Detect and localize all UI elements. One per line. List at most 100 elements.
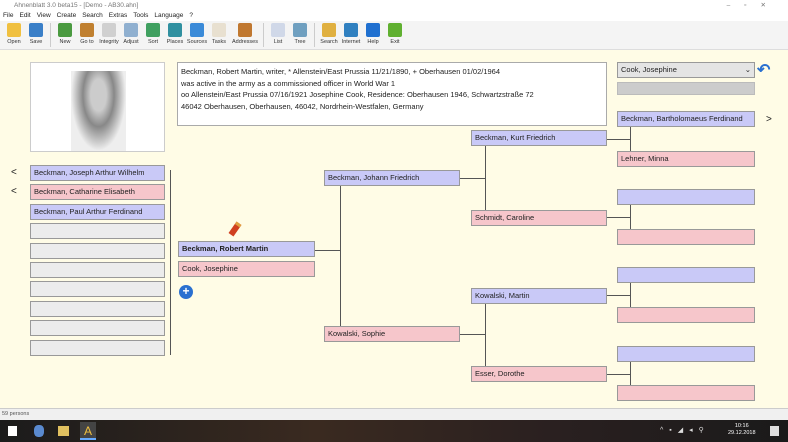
mother-box[interactable]: Kowalski, Sophie [324, 326, 460, 342]
empty-child-slot[interactable] [30, 242, 165, 259]
toolbar-button-integrity[interactable]: Integrity [98, 21, 120, 49]
toolbar-button-list[interactable]: List [267, 21, 289, 49]
toolbar-label: Tasks [211, 39, 227, 45]
ahnenblatt-icon[interactable]: A [80, 422, 96, 440]
nav-back-1[interactable]: < [11, 167, 17, 178]
menu-item[interactable]: View [37, 12, 51, 19]
info-line: was active in the army as a commissioned… [181, 78, 396, 88]
start-icon[interactable] [8, 426, 17, 436]
menu-item[interactable]: Extras [109, 12, 127, 19]
add-person-icon[interactable]: + [179, 285, 193, 299]
browser-icon[interactable] [34, 425, 44, 437]
toolbar: Open Save New Go to Integrity Adjust Sort Place… [0, 21, 788, 50]
sort-icon [146, 23, 160, 37]
grandparent-box[interactable]: Kowalski, Martin [471, 288, 607, 304]
toolbar-button-new[interactable]: New [54, 21, 76, 49]
info-line: 46042 Oberhausen, Oberhausen, 46042, Nor… [181, 101, 424, 111]
child-box[interactable]: Beckman, Joseph Arthur Wilhelm [30, 165, 165, 181]
toolbar-label: Open [7, 39, 21, 45]
undo-icon[interactable]: ↶ [757, 60, 770, 80]
menu-item[interactable]: Language [154, 12, 183, 19]
toolbar-label: Help [367, 39, 379, 45]
toolbar-button-adjust[interactable]: Adjust [120, 21, 142, 49]
great-grandparent-box[interactable]: Beckman, Bartholomaeus Ferdinand [617, 111, 755, 127]
new-icon [58, 23, 72, 37]
toolbar-button-sources[interactable]: Sources [186, 21, 208, 49]
tray-icons[interactable]: ^▪◢◂⚲ [660, 426, 710, 434]
window-controls[interactable]: –▫✕ [727, 0, 780, 11]
open-icon [7, 23, 21, 37]
spouse-select[interactable]: Cook, Josephine ⌄ [617, 62, 755, 78]
child-box[interactable]: Beckman, Catharine Elisabeth [30, 184, 165, 201]
proband-box[interactable]: Beckman, Robert Martin [178, 241, 315, 257]
great-grandparent-box[interactable]: Lehner, Minna [617, 151, 755, 167]
addresses-icon [238, 23, 252, 37]
toolbar-label: Go to [80, 39, 94, 45]
notification-icon[interactable] [770, 426, 779, 436]
toolbar-button-save[interactable]: Save [25, 21, 47, 49]
toolbar-button-tree[interactable]: Tree [289, 21, 311, 49]
great-grandparent-box[interactable] [617, 346, 755, 362]
toolbar-button-tasks[interactable]: Tasks [208, 21, 230, 49]
integrity-icon [102, 23, 116, 37]
toolbar-button-go-to[interactable]: Go to [76, 21, 98, 49]
great-grandparent-box[interactable] [617, 189, 755, 205]
tasks-icon [212, 23, 226, 37]
menu-item[interactable]: File [3, 12, 13, 19]
clock-time: 10:16 [734, 423, 749, 429]
toolbar-button-open[interactable]: Open [3, 21, 25, 49]
chevron-down-icon: ⌄ [744, 65, 751, 74]
father-box[interactable]: Beckman, Johann Friedrich [324, 170, 460, 186]
menu-item[interactable]: Create [57, 12, 77, 19]
nav-forward[interactable]: > [766, 114, 772, 125]
clock[interactable]: 10:16 29.12.2018 [728, 423, 756, 437]
great-grandparent-box[interactable] [617, 229, 755, 245]
edit-pencil-icon[interactable] [228, 221, 242, 237]
empty-child-slot[interactable] [30, 320, 165, 337]
grandparent-box[interactable]: Schmidt, Caroline [471, 210, 607, 226]
toolbar-button-sort[interactable]: Sort [142, 21, 164, 49]
great-grandparent-box[interactable] [617, 267, 755, 283]
great-grandparent-box[interactable] [617, 385, 755, 401]
explorer-icon[interactable] [58, 426, 69, 436]
toolbar-label: Tree [294, 39, 306, 45]
empty-child-slot[interactable] [30, 281, 165, 298]
empty-child-slot[interactable] [30, 262, 165, 278]
menu-item[interactable]: Search [82, 12, 103, 19]
search-icon [322, 23, 336, 37]
adjust-icon [124, 23, 138, 37]
spouse-select-value: Cook, Josephine [621, 65, 677, 74]
nav-back-2[interactable]: < [11, 186, 17, 197]
toolbar-button-search[interactable]: Search [318, 21, 340, 49]
grandparent-box[interactable]: Esser, Dorothe [471, 366, 607, 382]
empty-child-slot[interactable] [30, 223, 165, 240]
toolbar-label: New [59, 39, 71, 45]
info-textbox[interactable]: Beckman, Robert Martin, writer, * Allens… [177, 62, 607, 126]
child-box[interactable]: Beckman, Paul Arthur Ferdinand [30, 203, 165, 220]
menu-item[interactable]: Tools [133, 12, 148, 19]
list-icon [271, 23, 285, 37]
menu-item[interactable]: ? [189, 12, 193, 19]
grandparent-box[interactable]: Beckman, Kurt Friedrich [471, 130, 607, 146]
toolbar-label: Search [320, 39, 338, 45]
empty-child-slot[interactable] [30, 339, 165, 356]
great-grandparent-box[interactable] [617, 307, 755, 323]
clock-date: 29.12.2018 [728, 430, 756, 436]
info-line: Beckman, Robert Martin, writer, * Allens… [181, 67, 501, 76]
toolbar-button-places[interactable]: Places [164, 21, 186, 49]
toolbar-label: Sort [147, 39, 159, 45]
toolbar-label: Adjust [123, 39, 139, 45]
places-icon [168, 23, 182, 37]
empty-child-slot[interactable] [30, 300, 165, 317]
menu-item[interactable]: Edit [19, 12, 30, 19]
toolbar-button-exit[interactable]: Exit [384, 21, 406, 49]
toolbar-button-addresses[interactable]: Addresses [230, 21, 260, 49]
internet-icon [344, 23, 358, 37]
toolbar-button-internet[interactable]: Internet [340, 21, 362, 49]
status-bar: 59 persons [0, 408, 788, 420]
tree-icon [293, 23, 307, 37]
secondary-select[interactable] [617, 82, 755, 95]
spouse-box[interactable]: Cook, Josephine [178, 261, 315, 277]
save-icon [29, 23, 43, 37]
toolbar-button-help[interactable]: Help [362, 21, 384, 49]
